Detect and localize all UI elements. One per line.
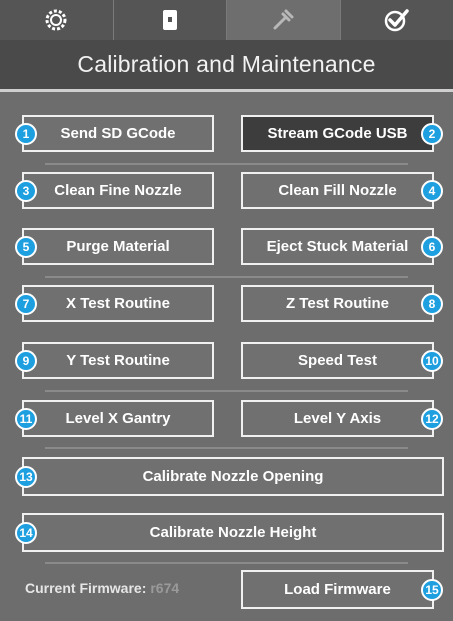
tab-calibration[interactable] bbox=[227, 0, 341, 40]
button-label: Level X Gantry bbox=[65, 410, 171, 427]
divider bbox=[45, 276, 408, 278]
x-test-routine-button[interactable]: 7 X Test Routine bbox=[15, 285, 214, 322]
page-title: Calibration and Maintenance bbox=[77, 51, 376, 77]
eject-stuck-material-button[interactable]: Eject Stuck Material 6 bbox=[241, 228, 443, 265]
step-badge: 10 bbox=[421, 349, 443, 372]
divider bbox=[45, 562, 408, 564]
step-badge: 6 bbox=[421, 235, 443, 258]
button-label: X Test Routine bbox=[66, 295, 170, 312]
button-label: Calibrate Nozzle Opening bbox=[142, 468, 324, 485]
button-label: Eject Stuck Material bbox=[266, 238, 409, 255]
tab-settings[interactable] bbox=[0, 0, 114, 40]
wrench-icon bbox=[273, 9, 294, 30]
button-label: Clean Fill Nozzle bbox=[278, 182, 397, 199]
printer-cartridge-icon bbox=[162, 10, 177, 30]
tab-done[interactable] bbox=[340, 0, 453, 40]
z-test-routine-button[interactable]: Z Test Routine 8 bbox=[241, 285, 443, 322]
button-label: Level Y Axis bbox=[293, 410, 382, 427]
step-badge: 11 bbox=[15, 407, 37, 430]
firmware-label: Current Firmware: bbox=[25, 580, 147, 596]
level-x-gantry-button[interactable]: 11 Level X Gantry bbox=[15, 400, 214, 437]
step-badge: 5 bbox=[15, 235, 37, 258]
firmware-version: r674 bbox=[150, 580, 180, 596]
tab-material[interactable] bbox=[113, 0, 227, 40]
calibrate-nozzle-opening-button[interactable]: 13 Calibrate Nozzle Opening bbox=[15, 457, 444, 496]
gear-icon bbox=[45, 9, 67, 31]
purge-material-button[interactable]: 5 Purge Material bbox=[15, 228, 214, 265]
title-bar: Calibration and Maintenance bbox=[0, 40, 453, 92]
speed-test-button[interactable]: Speed Test 10 bbox=[241, 342, 443, 379]
y-test-routine-button[interactable]: 9 Y Test Routine bbox=[15, 342, 214, 379]
step-badge: 8 bbox=[421, 292, 443, 315]
step-badge: 13 bbox=[15, 465, 37, 488]
button-label: Calibrate Nozzle Height bbox=[149, 524, 317, 541]
checkmark-icon bbox=[384, 9, 409, 32]
button-label: Z Test Routine bbox=[285, 295, 390, 312]
button-label: Send SD GCode bbox=[60, 125, 176, 142]
tab-bar bbox=[0, 0, 453, 40]
step-badge: 2 bbox=[421, 122, 443, 145]
stream-gcode-usb-button[interactable]: Stream GCode USB 2 bbox=[241, 115, 443, 152]
clean-fill-nozzle-button[interactable]: Clean Fill Nozzle 4 bbox=[241, 172, 443, 209]
step-badge: 9 bbox=[15, 349, 37, 372]
step-badge: 1 bbox=[15, 122, 37, 145]
app-window: Calibration and Maintenance 1 Send SD GC… bbox=[0, 0, 453, 621]
calibrate-nozzle-height-button[interactable]: 14 Calibrate Nozzle Height bbox=[15, 513, 444, 552]
divider bbox=[45, 163, 408, 165]
button-label: Stream GCode USB bbox=[267, 125, 408, 142]
clean-fine-nozzle-button[interactable]: 3 Clean Fine Nozzle bbox=[15, 172, 214, 209]
step-badge: 4 bbox=[421, 179, 443, 202]
firmware-info: Current Firmware: r674 bbox=[25, 580, 179, 596]
divider bbox=[45, 390, 408, 392]
step-badge: 14 bbox=[15, 521, 37, 544]
load-firmware-button[interactable]: Load Firmware 15 bbox=[241, 570, 443, 609]
button-label: Speed Test bbox=[298, 352, 377, 369]
step-badge: 15 bbox=[421, 578, 443, 601]
button-label: Clean Fine Nozzle bbox=[54, 182, 182, 199]
button-label: Purge Material bbox=[66, 238, 170, 255]
button-label: Load Firmware bbox=[284, 581, 391, 598]
step-badge: 12 bbox=[421, 407, 443, 430]
step-badge: 3 bbox=[15, 179, 37, 202]
send-sd-gcode-button[interactable]: 1 Send SD GCode bbox=[15, 115, 214, 152]
button-label: Y Test Routine bbox=[66, 352, 170, 369]
divider bbox=[45, 447, 408, 449]
level-y-axis-button[interactable]: Level Y Axis 12 bbox=[241, 400, 443, 437]
step-badge: 7 bbox=[15, 292, 37, 315]
